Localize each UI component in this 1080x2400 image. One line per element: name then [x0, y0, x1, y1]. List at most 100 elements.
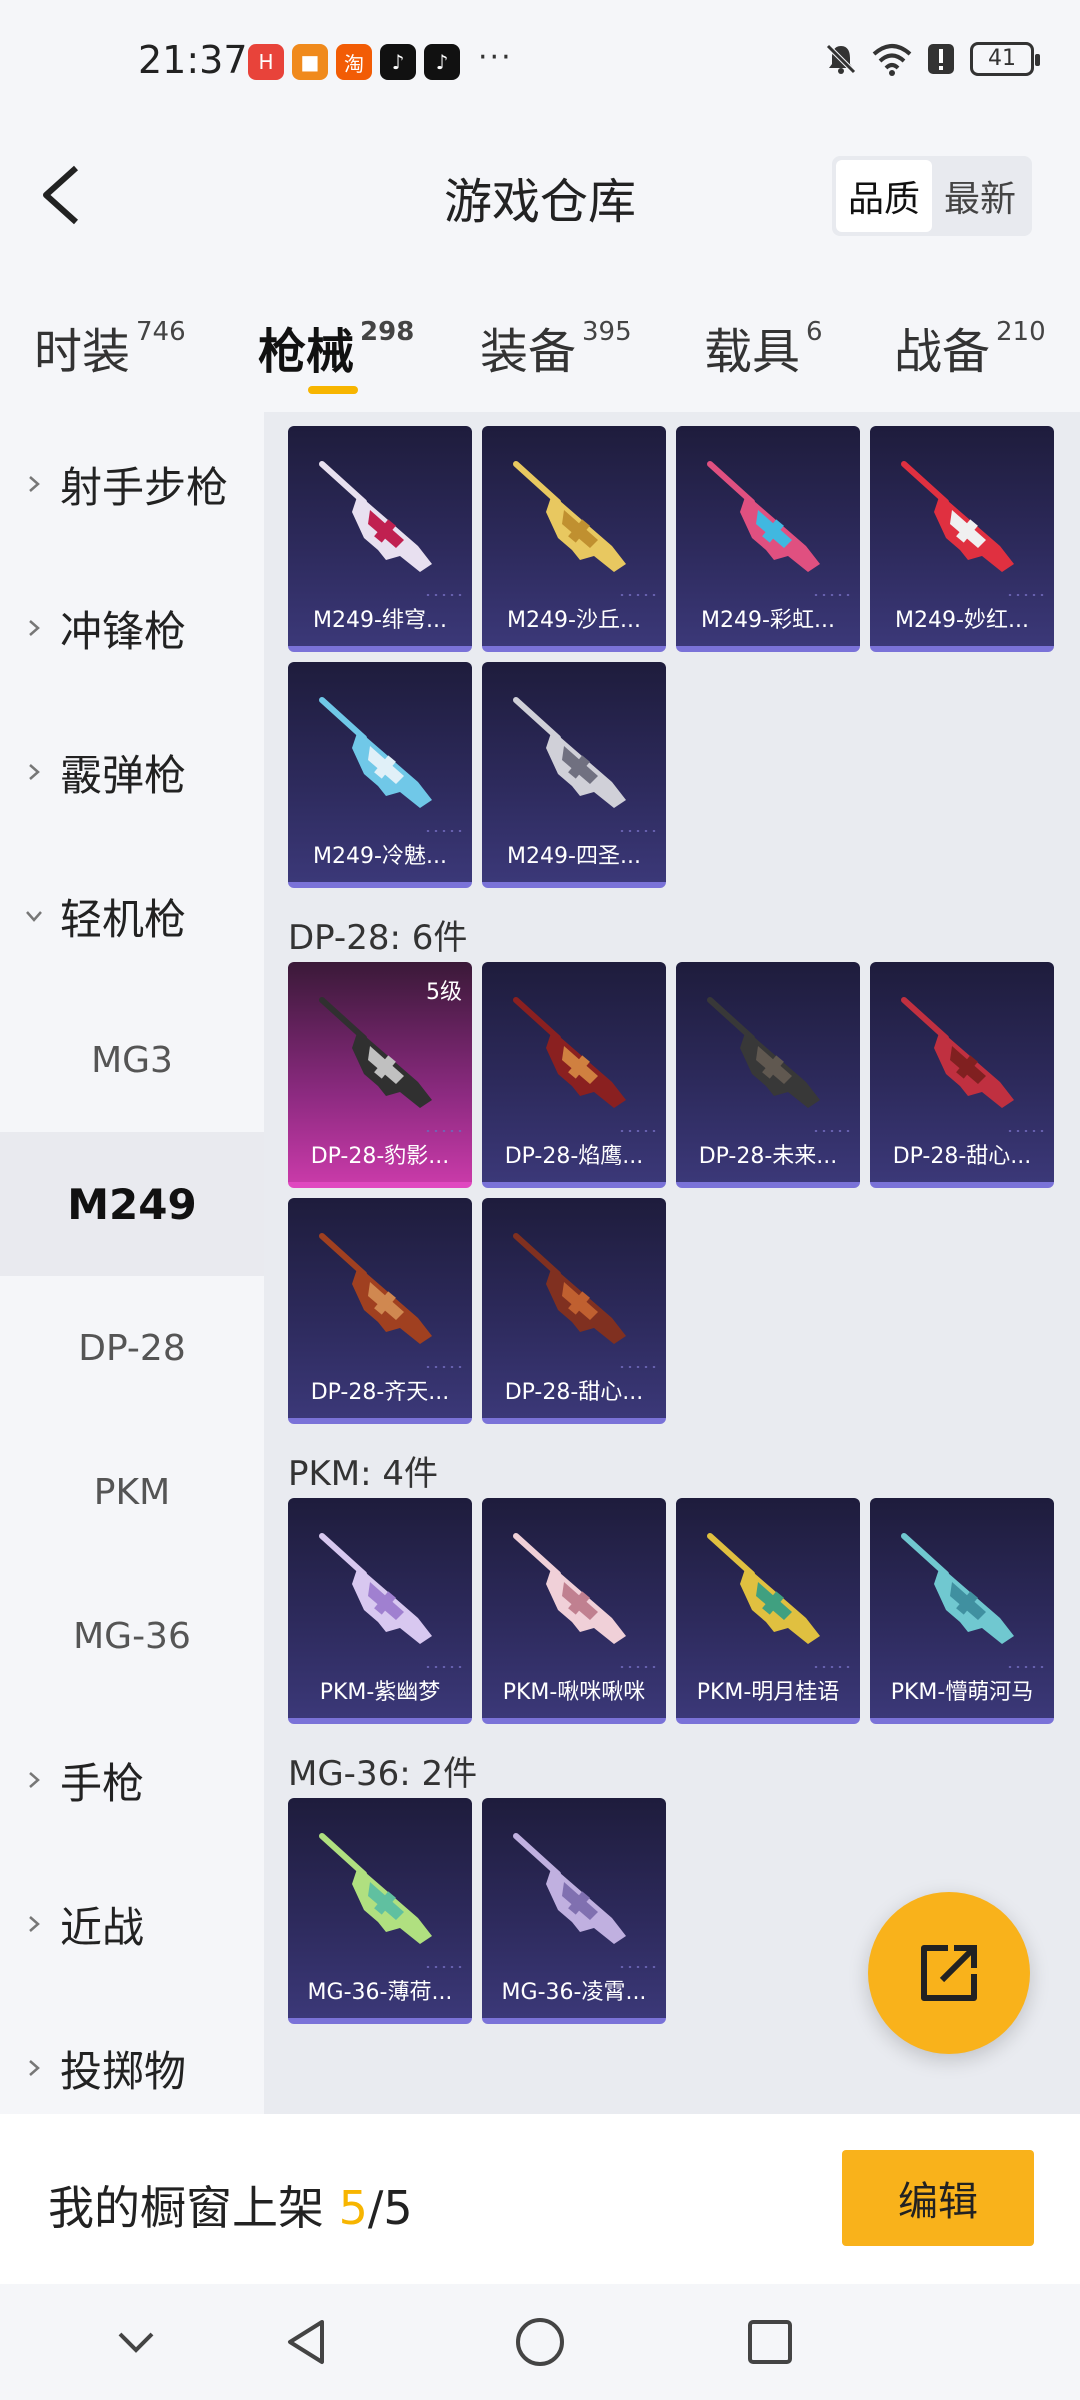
- share-button[interactable]: [868, 1892, 1030, 2054]
- gun-image: [707, 997, 820, 1108]
- item-name: DP-28-未来...: [698, 1144, 838, 1169]
- back-nav-icon[interactable]: [280, 2314, 336, 2370]
- tab-fashion[interactable]: 时装 746: [34, 312, 186, 382]
- chevron-right-icon: [29, 476, 40, 492]
- item-name: PKM-明月桂语: [696, 1680, 840, 1705]
- item-card[interactable]: 5级 DP-28-豹影...: [288, 962, 472, 1188]
- sidebar-item-label: 射手步枪: [60, 462, 229, 512]
- item-name: M249-沙丘...: [507, 608, 641, 633]
- item-card[interactable]: M249-四圣...: [482, 662, 666, 888]
- sidebar-item-label: 冲锋枪: [60, 606, 187, 656]
- item-card[interactable]: M249-绯穹...: [288, 426, 472, 652]
- home-nav-icon[interactable]: [512, 2314, 568, 2370]
- shelf-label: 我的橱窗上架: [48, 2181, 324, 2235]
- active-tab-indicator: [308, 386, 358, 394]
- chevron-down-icon[interactable]: [108, 2314, 164, 2370]
- item-name: PKM-懵萌河马: [890, 1680, 1034, 1705]
- recents-nav-icon[interactable]: [742, 2314, 798, 2370]
- item-name: PKM-啾咪啾咪: [502, 1680, 646, 1705]
- gun-image: [319, 461, 432, 572]
- chevron-right-icon: [29, 1916, 40, 1932]
- item-name: PKM-紫幽梦: [319, 1680, 441, 1705]
- item-card[interactable]: PKM-懵萌河马: [870, 1498, 1054, 1724]
- system-nav-bar: [0, 2284, 1080, 2400]
- gun-image: [707, 1533, 820, 1644]
- sidebar-item-shotgun[interactable]: 霰弹枪: [0, 700, 264, 844]
- gun-image: [901, 997, 1014, 1108]
- sidebar-sub-pkm[interactable]: PKM: [0, 1420, 264, 1564]
- level-badge: 5级: [426, 980, 462, 1005]
- more-notifications-icon: ···: [478, 40, 513, 75]
- shelf-status: 我的橱窗上架 5/5: [48, 2172, 413, 2238]
- sidebar-item-label: 近战: [60, 1902, 145, 1952]
- item-name: DP-28-齐天...: [310, 1380, 450, 1405]
- sidebar-sub-m249[interactable]: M249: [0, 1132, 264, 1276]
- system-icons: 41: [824, 42, 1040, 76]
- tab-supplies[interactable]: 战备 210: [894, 312, 1046, 382]
- item-card[interactable]: DP-28-齐天...: [288, 1198, 472, 1424]
- sidebar-item-melee[interactable]: 近战: [0, 1852, 264, 1996]
- clock: 21:37: [138, 38, 248, 82]
- decorative-dots: [424, 1964, 464, 1970]
- item-card[interactable]: MG-36-薄荷...: [288, 1798, 472, 2024]
- item-card[interactable]: M249-冷魅...: [288, 662, 472, 888]
- sidebar-item-smg[interactable]: 冲锋枪: [0, 556, 264, 700]
- sidebar-sub-mg36[interactable]: MG-36: [0, 1564, 264, 1708]
- sidebar-item-marksman[interactable]: 射手步枪: [0, 412, 264, 556]
- tab-vehicles[interactable]: 载具 6: [704, 312, 823, 382]
- decorative-dots: [812, 1128, 852, 1134]
- item-card[interactable]: PKM-啾咪啾咪: [482, 1498, 666, 1724]
- item-name: MG-36-薄荷...: [307, 1980, 453, 2005]
- item-card[interactable]: PKM-紫幽梦: [288, 1498, 472, 1724]
- category-tabs: 时装 746 枪械 298 装备 395 载具 6 战备 210: [0, 300, 1080, 410]
- decorative-dots: [1006, 1664, 1046, 1670]
- tab-equipment[interactable]: 装备 395: [480, 312, 632, 382]
- battery-icon: 41: [970, 42, 1040, 76]
- chevron-down-icon: [26, 911, 42, 922]
- sidebar-item-pistol[interactable]: 手枪: [0, 1708, 264, 1852]
- chevron-right-icon: [29, 764, 40, 780]
- item-card[interactable]: M249-彩虹...: [676, 426, 860, 652]
- tab-count: 6: [806, 317, 823, 347]
- sort-latest-button[interactable]: 最新: [932, 160, 1028, 232]
- item-card[interactable]: DP-28-甜心...: [482, 1198, 666, 1424]
- gun-image: [319, 1533, 432, 1644]
- sidebar-sub-mg3[interactable]: MG3: [0, 988, 264, 1132]
- decorative-dots: [618, 1664, 658, 1670]
- chevron-right-icon: [29, 1772, 40, 1788]
- sidebar-item-label: 投掷物: [60, 2046, 187, 2096]
- item-card[interactable]: DP-28-甜心...: [870, 962, 1054, 1188]
- sidebar-item-label: 霰弹枪: [60, 750, 187, 800]
- item-card[interactable]: M249-沙丘...: [482, 426, 666, 652]
- item-card[interactable]: DP-28-焰鹰...: [482, 962, 666, 1188]
- item-card[interactable]: PKM-明月桂语: [676, 1498, 860, 1724]
- sidebar-sub-dp28[interactable]: DP-28: [0, 1276, 264, 1420]
- item-name: M249-冷魅...: [313, 844, 447, 869]
- item-card[interactable]: MG-36-凌霄...: [482, 1798, 666, 2024]
- shelf-bar: 我的橱窗上架 5/5 编辑: [0, 2114, 1080, 2284]
- decorative-dots: [424, 1128, 464, 1134]
- item-card[interactable]: M249-妙红...: [870, 426, 1054, 652]
- edit-button[interactable]: 编辑: [842, 2150, 1034, 2246]
- tab-label: 时装: [34, 324, 131, 380]
- gun-image: [513, 697, 626, 808]
- decorative-dots: [424, 1664, 464, 1670]
- decorative-dots: [424, 828, 464, 834]
- decorative-dots: [812, 592, 852, 598]
- shelf-count: 5: [338, 2181, 368, 2235]
- sidebar-item-label: 轻机枪: [60, 894, 187, 944]
- item-name: MG-36-凌霄...: [501, 1980, 647, 2005]
- decorative-dots: [812, 1664, 852, 1670]
- tab-count: 746: [136, 317, 186, 347]
- sidebar-item-label: 手枪: [60, 1758, 145, 1808]
- gun-image: [319, 1233, 432, 1344]
- tab-label: 枪械: [258, 324, 355, 380]
- orange-app-icon: ■: [292, 44, 328, 80]
- decorative-dots: [1006, 1128, 1046, 1134]
- alert-icon: [928, 44, 954, 74]
- item-card[interactable]: DP-28-未来...: [676, 962, 860, 1188]
- sidebar-item-lmg[interactable]: 轻机枪: [0, 844, 264, 988]
- tab-label: 装备: [480, 324, 577, 380]
- tab-guns[interactable]: 枪械 298: [258, 312, 414, 382]
- sort-quality-button[interactable]: 品质: [835, 160, 932, 232]
